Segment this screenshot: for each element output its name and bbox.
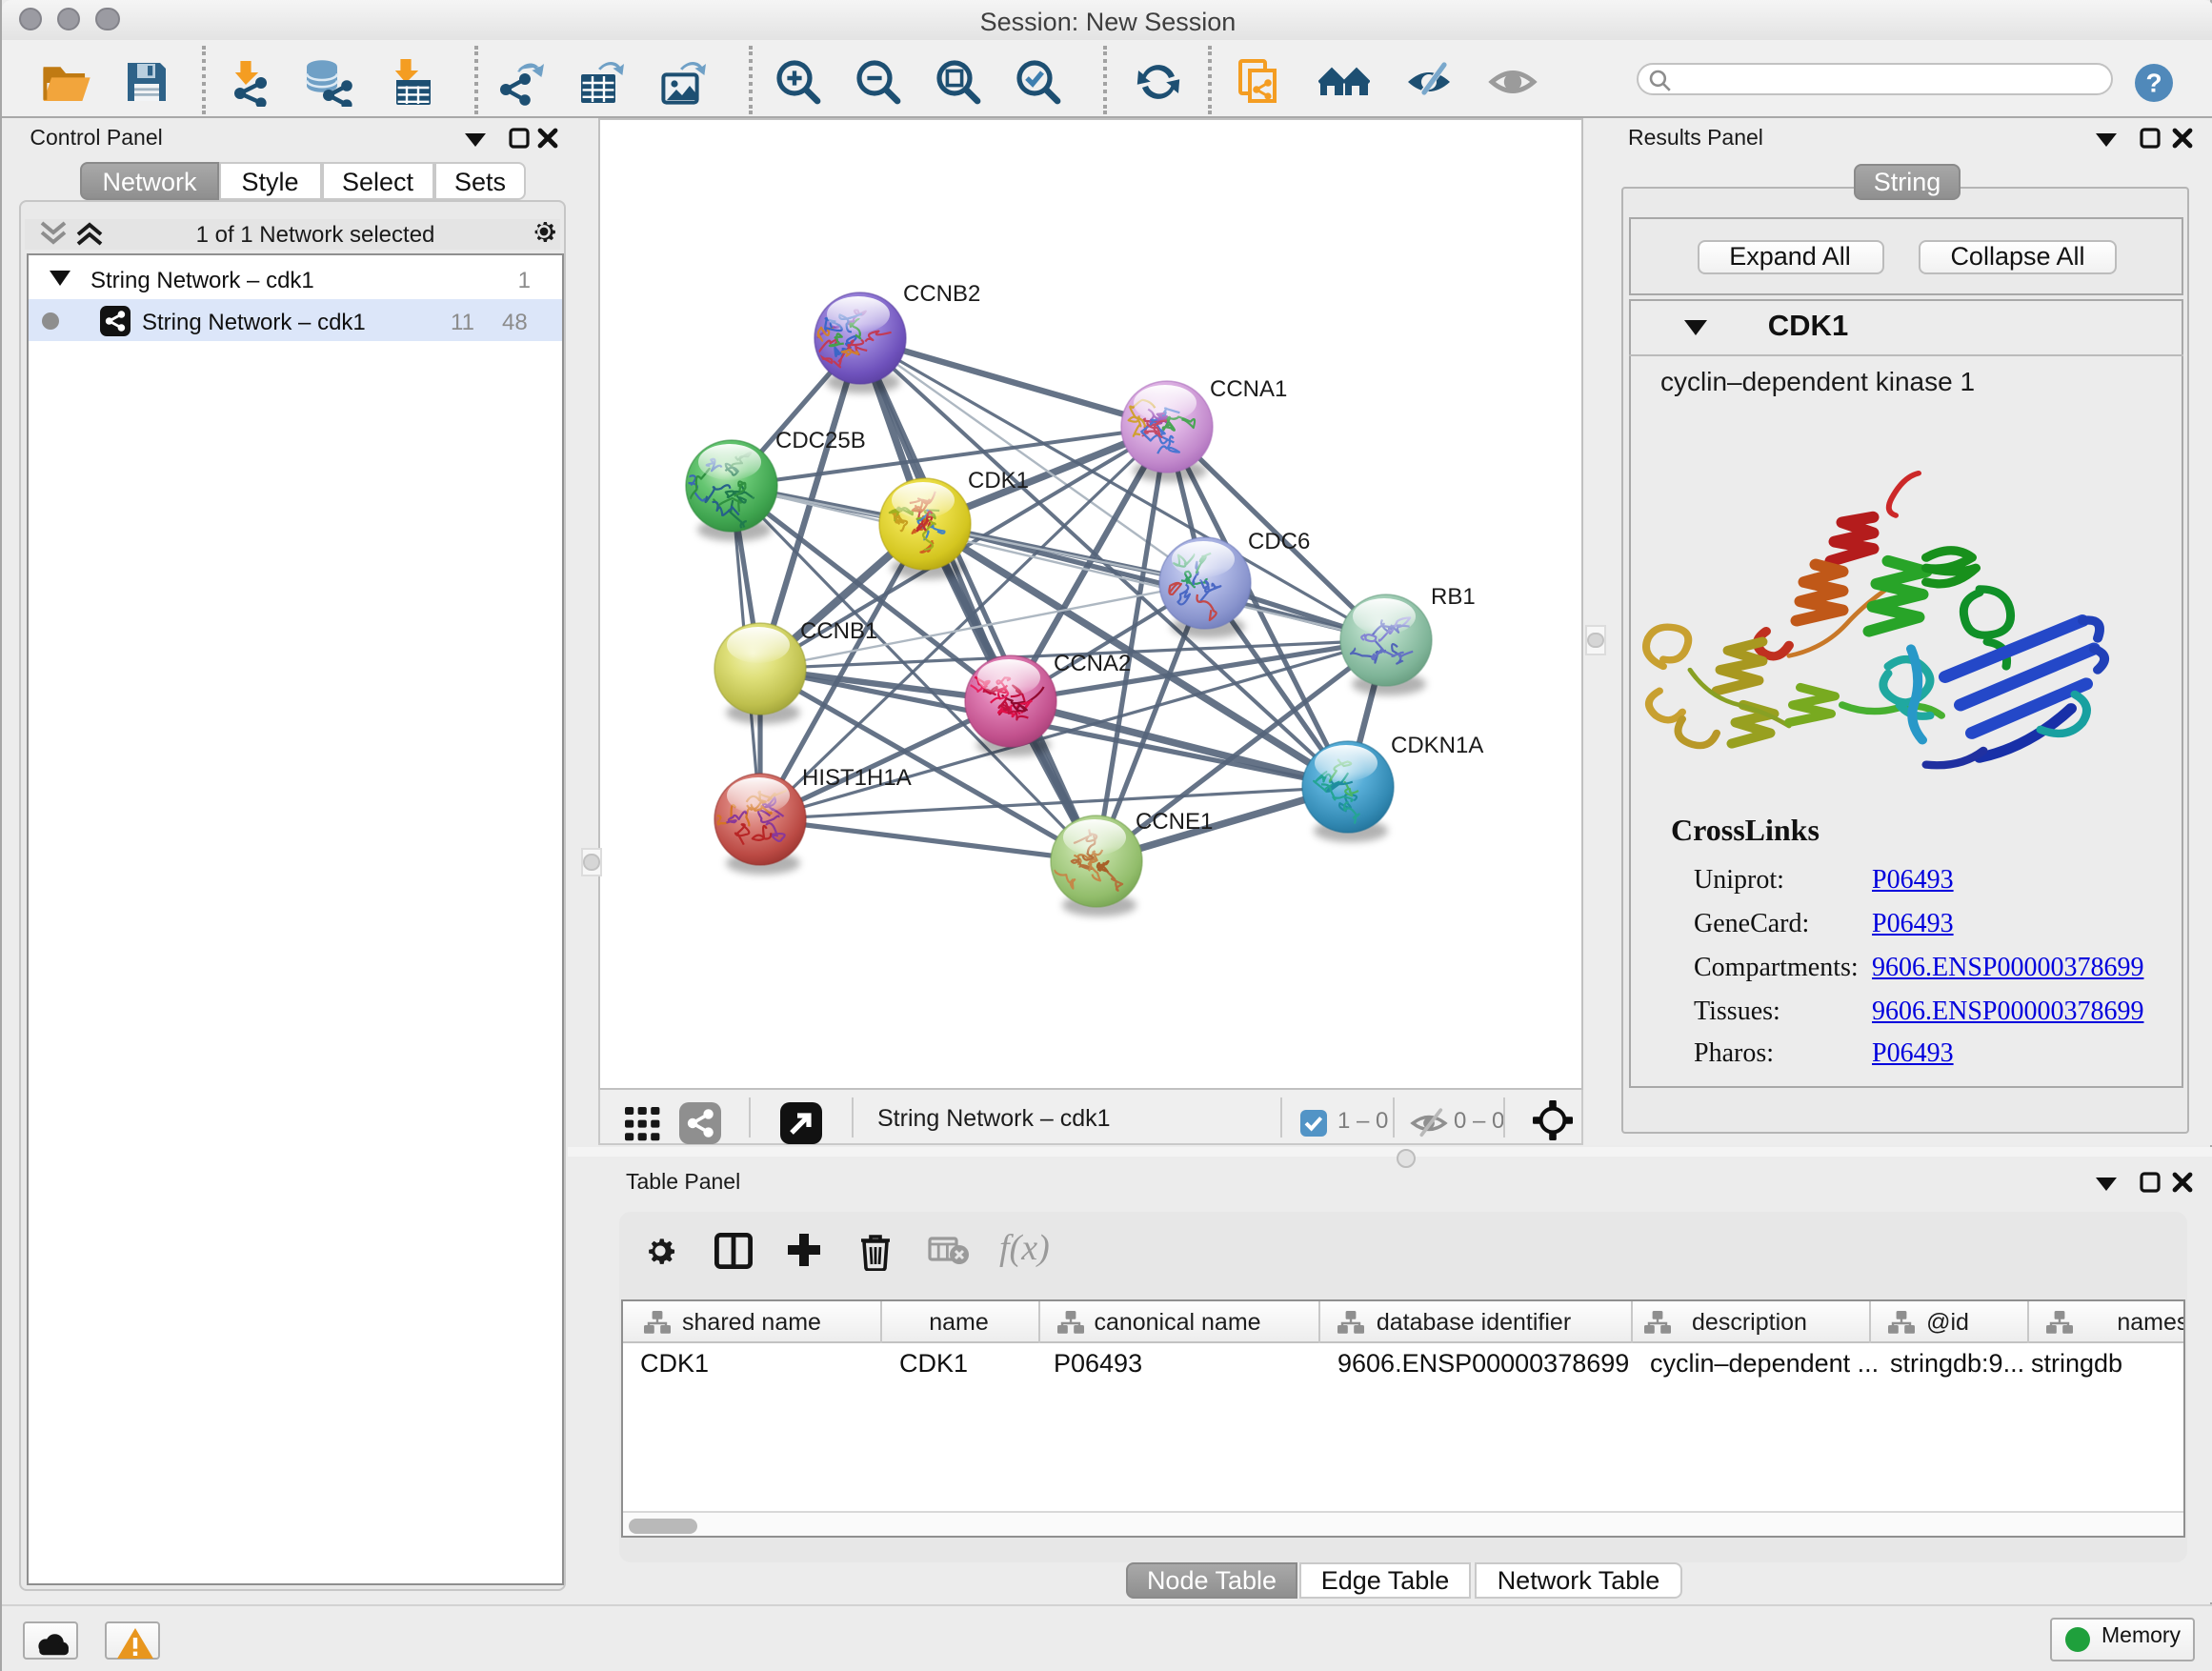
svg-text:CCNE1: CCNE1: [1136, 809, 1213, 835]
svg-text:?: ?: [2145, 68, 2162, 97]
svg-text:HIST1H1A: HIST1H1A: [802, 765, 912, 791]
svg-text:CCNB1: CCNB1: [800, 618, 877, 644]
svg-text:CDKN1A: CDKN1A: [1391, 733, 1483, 758]
svg-text:CCNA2: CCNA2: [1054, 651, 1131, 676]
svg-text:CCNB2: CCNB2: [903, 281, 980, 307]
svg-text:CDC6: CDC6: [1248, 529, 1310, 554]
svg-text:CDK1: CDK1: [968, 468, 1029, 493]
svg-text:RB1: RB1: [1431, 584, 1476, 610]
svg-text:CCNA1: CCNA1: [1210, 376, 1287, 402]
svg-text:CDC25B: CDC25B: [775, 428, 866, 453]
